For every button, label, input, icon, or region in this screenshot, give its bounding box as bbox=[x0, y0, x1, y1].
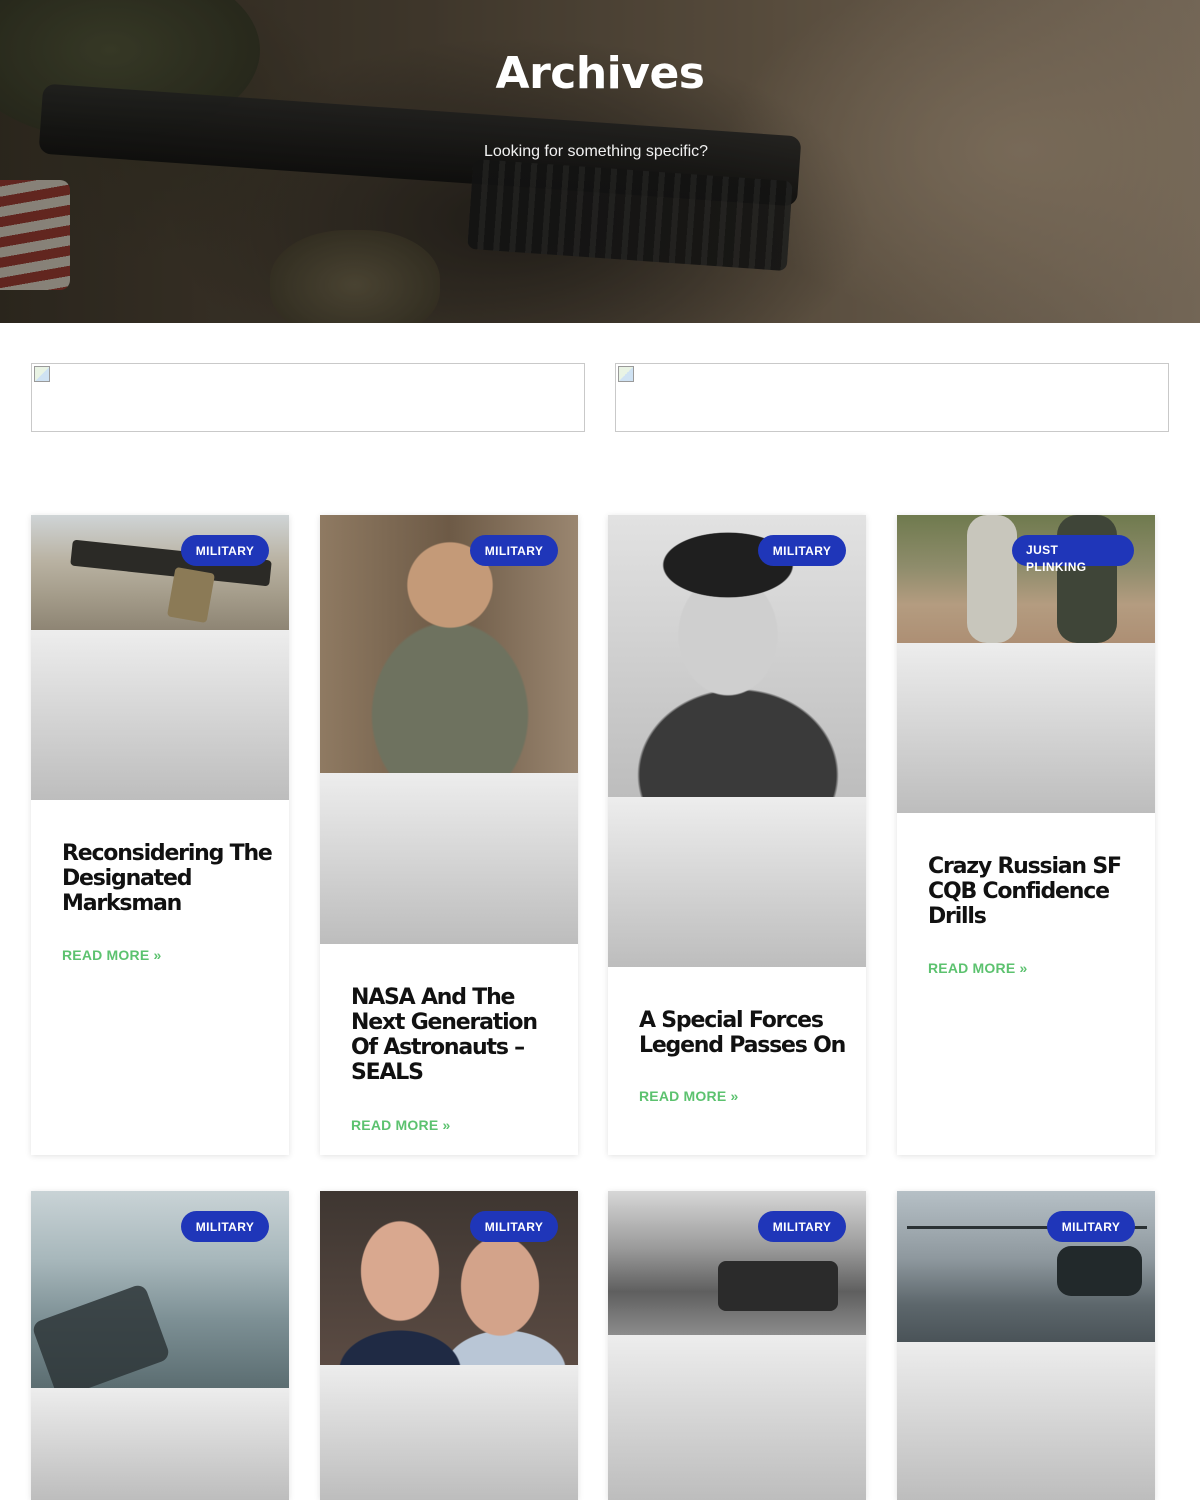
post-title[interactable]: NASA And The Next Generation Of Astronau… bbox=[351, 985, 561, 1085]
read-more-link[interactable]: READ MORE » bbox=[639, 1088, 738, 1104]
post-card: MILITARY bbox=[320, 1191, 578, 1500]
category-badge[interactable]: JUST PLINKING bbox=[1012, 535, 1134, 574]
thumbnail-gradient bbox=[320, 773, 578, 944]
thumbnail-gradient bbox=[897, 643, 1155, 813]
read-more-link[interactable]: READ MORE » bbox=[62, 947, 161, 963]
category-badge[interactable]: MILITARY bbox=[470, 535, 558, 566]
post-thumbnail[interactable]: JUST PLINKING bbox=[897, 515, 1155, 813]
post-card: MILITARY bbox=[608, 1191, 866, 1500]
post-card: MILITARY A Special Forces Legend Passes … bbox=[608, 515, 866, 1155]
category-badge[interactable]: MILITARY bbox=[181, 1211, 269, 1242]
thumbnail-gradient bbox=[31, 630, 289, 800]
page-subtitle: Looking for something specific? bbox=[483, 143, 709, 160]
thumbnail-gradient bbox=[608, 1335, 866, 1500]
post-thumbnail[interactable]: MILITARY bbox=[31, 1191, 289, 1500]
read-more-link[interactable]: READ MORE » bbox=[928, 960, 1027, 976]
category-badge[interactable]: MILITARY bbox=[1047, 1211, 1135, 1242]
thumbnail-gradient bbox=[897, 1342, 1155, 1500]
post-card: JUST PLINKING Crazy Russian SF CQB Confi… bbox=[897, 515, 1155, 1155]
thumbnail-gradient bbox=[608, 797, 866, 967]
thumbnail-gradient bbox=[320, 1365, 578, 1500]
ad-slot-left[interactable] bbox=[31, 363, 585, 432]
ad-slot-right[interactable] bbox=[615, 363, 1169, 432]
post-card: MILITARY bbox=[897, 1191, 1155, 1500]
post-thumbnail[interactable]: MILITARY bbox=[31, 515, 289, 800]
post-title[interactable]: A Special Forces Legend Passes On bbox=[639, 1008, 849, 1058]
broken-image-icon bbox=[34, 366, 50, 382]
category-badge[interactable]: MILITARY bbox=[758, 535, 846, 566]
read-more-link[interactable]: READ MORE » bbox=[351, 1117, 450, 1133]
category-badge[interactable]: MILITARY bbox=[181, 535, 269, 566]
post-thumbnail[interactable]: MILITARY bbox=[320, 515, 578, 944]
post-title[interactable]: Crazy Russian SF CQB Confidence Drills bbox=[928, 854, 1138, 929]
post-image-rifle-desert bbox=[31, 515, 289, 630]
thumbnail-gradient bbox=[31, 1388, 289, 1500]
page-title: Archives bbox=[495, 48, 705, 99]
category-badge[interactable]: MILITARY bbox=[758, 1211, 846, 1242]
post-thumbnail[interactable]: MILITARY bbox=[608, 1191, 866, 1500]
post-thumbnail[interactable]: MILITARY bbox=[608, 515, 866, 967]
broken-image-icon bbox=[618, 366, 634, 382]
post-thumbnail[interactable]: MILITARY bbox=[897, 1191, 1155, 1500]
post-card: MILITARY bbox=[31, 1191, 289, 1500]
post-thumbnail[interactable]: MILITARY bbox=[320, 1191, 578, 1500]
archive-hero: Archives Looking for something specific? bbox=[0, 0, 1200, 323]
category-badge[interactable]: MILITARY bbox=[470, 1211, 558, 1242]
post-card: MILITARY Reconsidering The Designated Ma… bbox=[31, 515, 289, 1155]
post-title[interactable]: Reconsidering The Designated Marksman bbox=[62, 841, 273, 916]
post-card: MILITARY NASA And The Next Generation Of… bbox=[320, 515, 578, 1155]
